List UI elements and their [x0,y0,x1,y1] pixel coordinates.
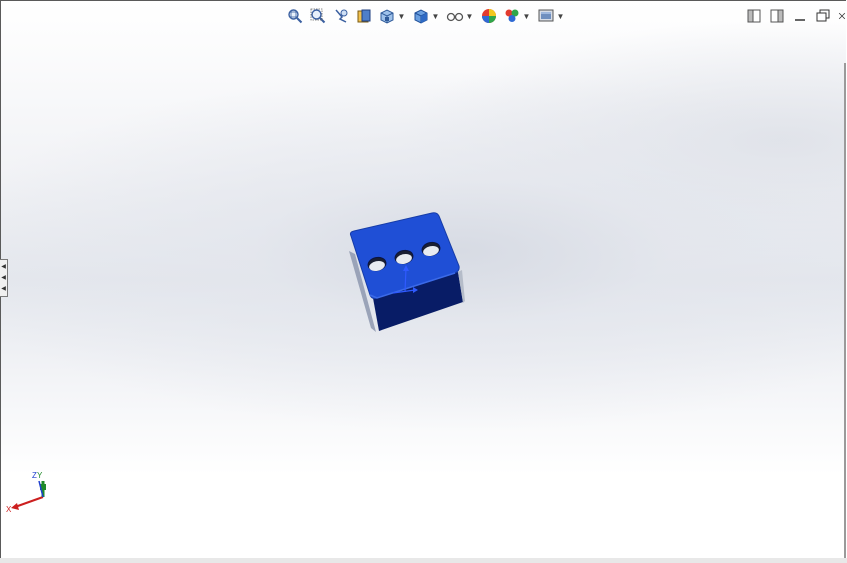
restore-icon[interactable] [815,8,831,24]
section-view-icon[interactable] [354,7,374,25]
heads-up-view-toolbar: ▼ ▼ ▼ ▼ ▼ [285,6,570,26]
view-orientation-icon[interactable] [377,7,397,25]
triad-y-label: Y [37,471,43,480]
chevron-left-icon: ◀ [1,264,6,271]
display-style-icon[interactable] [411,7,431,25]
previous-view-icon[interactable] [331,7,351,25]
chevron-down-icon[interactable]: ▼ [557,7,565,25]
chevron-down-icon[interactable]: ▼ [523,7,531,25]
triad-x-label: X [6,505,12,514]
chevron-down-icon[interactable]: ▼ [398,7,406,25]
chevron-left-icon: ◀ [1,274,6,281]
close-icon[interactable] [838,8,846,24]
right-splitter[interactable] [844,63,846,558]
zoom-to-area-icon[interactable] [308,7,328,25]
minimize-icon[interactable] [792,8,808,24]
status-bar [0,558,847,563]
graphics-area[interactable]: ▼ ▼ ▼ ▼ ▼ X Z Y [0,0,846,559]
part-model[interactable] [341,206,471,341]
zoom-to-fit-icon[interactable] [285,7,305,25]
view-settings-icon[interactable] [536,7,556,25]
chevron-down-icon[interactable]: ▼ [432,7,440,25]
chevron-left-icon: ◀ [1,285,6,292]
apply-scene-icon[interactable] [502,7,522,25]
feature-manager-expand-handle[interactable]: ◀ ◀ ◀ [0,259,8,297]
window-controls [739,7,846,25]
tile-left-icon[interactable] [746,8,762,24]
tile-right-icon[interactable] [769,8,785,24]
reference-triad: X Z Y [6,471,46,514]
hide-show-items-icon[interactable] [445,7,465,25]
chevron-down-icon[interactable]: ▼ [466,7,474,25]
edit-appearance-icon[interactable] [479,7,499,25]
